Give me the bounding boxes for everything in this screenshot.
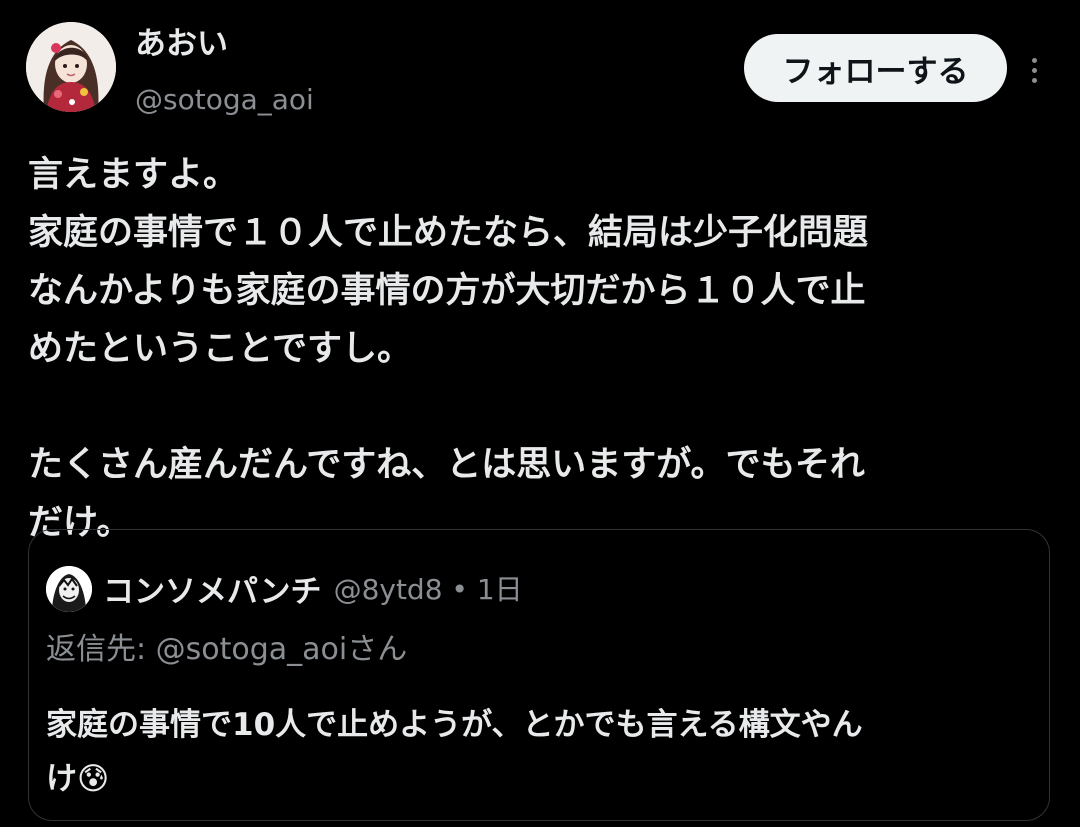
author-avatar[interactable] bbox=[26, 22, 116, 112]
user-avatar-illustration-icon bbox=[26, 22, 116, 112]
tweet-text-line: なんかよりも家庭の事情の方が大切だから１０人で止 bbox=[28, 271, 866, 311]
tweet-text: 言えますよ。 家庭の事情で１０人で止めたなら、結局は少子化問題 なんかよりも家庭… bbox=[28, 146, 1052, 552]
quoted-author-avatar[interactable] bbox=[46, 566, 92, 612]
more-dot bbox=[1031, 77, 1037, 83]
more-dot bbox=[1031, 57, 1037, 63]
quoted-text: 家庭の事情で10人で止めようが、とかでも言える構文やん け😰 bbox=[46, 698, 1036, 806]
quoted-text-line: 家庭の事情で10人で止めようが、とかでも言える構文やん bbox=[46, 707, 863, 743]
tweet-card: あおい @sotoga_aoi フォローする 言えますよ。 家庭の事情で１０人で… bbox=[0, 0, 1080, 827]
quoted-handle-and-time: @8ytd8 • 1日 bbox=[333, 573, 523, 606]
user-avatar-manga-icon bbox=[46, 566, 92, 612]
author-display-name[interactable]: あおい bbox=[135, 24, 228, 64]
tweet-text-line bbox=[28, 378, 1052, 436]
quoted-display-name[interactable]: コンソメパンチ bbox=[103, 566, 322, 611]
follow-button[interactable]: フォローする bbox=[744, 34, 1007, 102]
quoted-header: コンソメパンチ @8ytd8 • 1日 bbox=[103, 564, 523, 612]
more-dot bbox=[1031, 67, 1037, 73]
tweet-text-line: 家庭の事情で１０人で止めたなら、結局は少子化問題 bbox=[28, 213, 869, 253]
quoted-tweet[interactable]: コンソメパンチ @8ytd8 • 1日 返信先: @sotoga_aoiさん 家… bbox=[28, 529, 1050, 821]
quoted-reply-to: 返信先: @sotoga_aoiさん bbox=[46, 632, 408, 667]
tweet-text-line: めたということですし。 bbox=[28, 329, 412, 369]
tweet-text-line: 言えますよ。 bbox=[28, 155, 239, 195]
more-options-icon[interactable] bbox=[1018, 50, 1050, 90]
quoted-text-line: け😰 bbox=[46, 761, 110, 797]
author-handle[interactable]: @sotoga_aoi bbox=[135, 82, 314, 118]
tweet-text-line: たくさん産んだんですね、とは思いますが。でもそれ bbox=[28, 445, 865, 485]
